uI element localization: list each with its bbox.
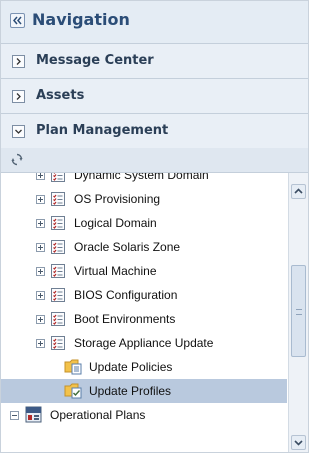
tree-item-logical-domain[interactable]: Logical Domain: [1, 211, 287, 235]
tree-item-oracle-solaris-zone[interactable]: Oracle Solaris Zone: [1, 235, 287, 259]
checklist-icon: [51, 264, 65, 278]
tree-item-label: Virtual Machine: [74, 264, 157, 278]
tree-item-label: Update Policies: [89, 360, 173, 374]
tree-item-update-policies[interactable]: Update Policies: [1, 355, 287, 379]
plan-tree: Dynamic System Domain OS Provisioning Lo…: [1, 173, 287, 452]
navigation-header: Navigation: [1, 1, 308, 44]
checklist-icon: [51, 173, 65, 182]
tree-item-label: Operational Plans: [50, 408, 146, 422]
tree-item-update-profiles[interactable]: Update Profiles: [1, 379, 287, 403]
tree-item-label: BIOS Configuration: [74, 288, 178, 302]
expand-toggle[interactable]: [36, 267, 45, 276]
collapse-panel-button[interactable]: [10, 13, 25, 28]
collapse-toggle[interactable]: [10, 411, 19, 420]
expand-toggle[interactable]: [36, 195, 45, 204]
expand-toggle[interactable]: [36, 315, 45, 324]
tree-item-os-provisioning[interactable]: OS Provisioning: [1, 187, 287, 211]
tree-item-label: Storage Appliance Update: [74, 336, 214, 350]
op-plan-icon: [25, 406, 42, 423]
tree-item-bios-configuration[interactable]: BIOS Configuration: [1, 283, 287, 307]
checklist-icon: [51, 312, 65, 326]
expand-toggle[interactable]: [36, 173, 45, 180]
scroll-down-button[interactable]: [291, 435, 306, 450]
navigation-panel: Navigation Message Center Assets Plan Ma…: [0, 0, 309, 453]
tree-item-label: Logical Domain: [74, 216, 157, 230]
checklist-icon: [51, 240, 65, 254]
chevron-right-icon: [16, 58, 21, 65]
tree-item-virtual-machine[interactable]: Virtual Machine: [1, 259, 287, 283]
section-label: Message Center: [36, 53, 154, 68]
tree-item-label: Oracle Solaris Zone: [74, 240, 181, 254]
scroll-up-button[interactable]: [291, 184, 306, 199]
double-chevron-left-icon: [13, 16, 22, 25]
tree-item-dynamic-system-domain[interactable]: Dynamic System Domain: [1, 173, 287, 187]
folder-profile-icon: [64, 383, 82, 399]
chevron-up-icon: [294, 188, 303, 194]
checklist-icon: [51, 288, 65, 302]
section-plan-management[interactable]: Plan Management: [1, 114, 308, 149]
tree-toolbar: [1, 148, 308, 173]
tree-item-boot-environments[interactable]: Boot Environments: [1, 307, 287, 331]
expand-toggle[interactable]: [36, 339, 45, 348]
checklist-icon: [51, 192, 65, 206]
chevron-right-icon: [16, 93, 21, 100]
expand-toggle[interactable]: [12, 90, 25, 103]
tree-scrollbar[interactable]: [288, 173, 308, 452]
expand-toggle[interactable]: [36, 243, 45, 252]
navigation-title: Navigation: [32, 10, 130, 29]
tree-item-label: Boot Environments: [74, 312, 176, 326]
tree-item-storage-appliance-update[interactable]: Storage Appliance Update: [1, 331, 287, 355]
scroll-thumb[interactable]: [291, 265, 306, 357]
checklist-icon: [51, 216, 65, 230]
collapse-toggle[interactable]: [12, 125, 25, 138]
expand-toggle[interactable]: [36, 219, 45, 228]
tree-item-label: Update Profiles: [89, 384, 172, 398]
refresh-icon[interactable]: [11, 153, 23, 166]
grip-icon: [296, 309, 302, 315]
section-assets[interactable]: Assets: [1, 79, 308, 114]
expand-toggle[interactable]: [12, 55, 25, 68]
section-label: Plan Management: [36, 123, 169, 138]
section-label: Assets: [36, 88, 85, 103]
chevron-down-icon: [294, 440, 303, 446]
section-message-center[interactable]: Message Center: [1, 44, 308, 79]
tree-item-operational-plans[interactable]: Operational Plans: [1, 403, 287, 427]
chevron-down-icon: [15, 129, 22, 134]
tree-item-label: Dynamic System Domain: [74, 173, 209, 182]
checklist-icon: [51, 336, 65, 350]
folder-policy-icon: [64, 359, 82, 375]
expand-toggle[interactable]: [36, 291, 45, 300]
tree-item-label: OS Provisioning: [74, 192, 161, 206]
